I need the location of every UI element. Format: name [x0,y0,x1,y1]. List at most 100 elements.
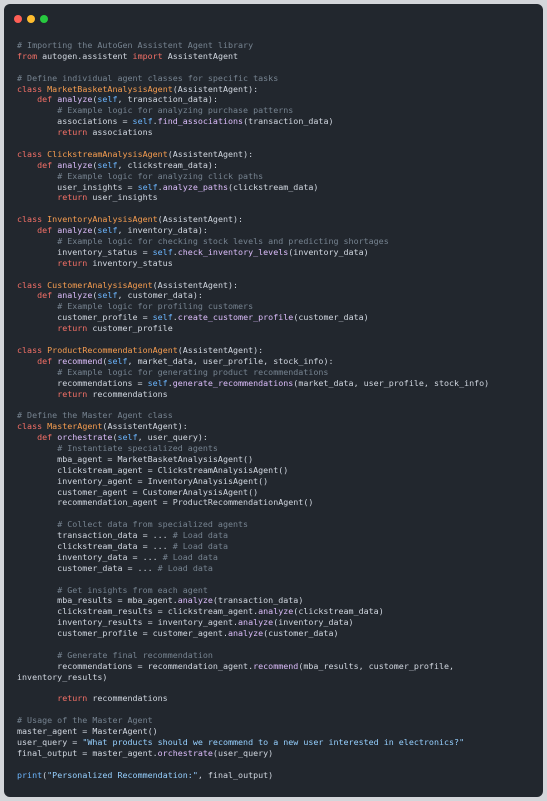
code-block: # Importing the AutoGen Assistent Agent … [17,40,489,781]
code-line: recommendations = self.generate_recommen… [17,378,489,389]
code-line: customer_agent = CustomerAnalysisAgent() [17,487,489,498]
code-token-keyword: def [37,94,53,105]
code-token-string: "Personalized Recommendation:" [47,769,198,780]
code-line: # Importing the AutoGen Assistent Agent … [17,40,489,51]
code-line: clickstream_agent = ClickstreamAnalysisA… [17,465,489,476]
code-token-func: analyze [57,94,93,105]
code-line: # Example logic for analyzing purchase p… [17,105,489,116]
code-token-keyword: return [57,388,88,399]
code-token-plain: recommendations = recommendation_agent. [17,660,254,671]
code-token-comment: # Example logic for checking stock level… [57,236,389,247]
code-token-keyword: class [17,214,43,225]
code-token-plain: (mba_results, customer_profile, [298,660,455,671]
code-token-comment: # Load data [162,551,218,562]
code-line: class ClickstreamAnalysisAgent(Assistent… [17,149,489,160]
code-line: recommendation_agent = ProductRecommenda… [17,497,489,508]
code-token-plain: inventory_results = inventory_agent. [17,617,239,628]
code-token-plain: , user_query): [137,432,208,443]
code-token-plain: (inventory_data) [288,246,369,257]
code-line: def analyze(self, transaction_data): [17,94,489,105]
code-line: return user_insights [17,192,489,203]
code-token-keyword: return [57,693,88,704]
code-token-comment: # Usage of the Master Agent [17,715,153,726]
code-line: inventory_status = self.check_inventory_… [17,247,489,258]
minimize-button[interactable] [27,15,35,23]
code-line: mba_results = mba_agent.analyze(transact… [17,595,489,606]
code-line: mba_agent = MarketBasketAnalysisAgent() [17,454,489,465]
code-token-func: analyze [57,225,93,236]
code-token-class: MarketBasketAnalysisAgent [47,83,173,94]
code-token-func: generate_recommendations [172,377,294,388]
code-token-self: self [107,355,128,366]
code-token-plain: recommendations [87,388,168,399]
code-line: # Instantiate specialized agents [17,443,489,454]
code-line: # Example logic for checking stock level… [17,236,489,247]
code-token-self: self [152,246,173,257]
code-line: user_insights = self.analyze_paths(click… [17,182,489,193]
code-token-comment: # Load data [172,530,228,541]
code-token-keyword: def [37,225,53,236]
code-line: from autogen.assistent import AssistentA… [17,51,489,62]
code-token-func: create_customer_profile [177,312,294,323]
code-token-class: CustomerAnalysisAgent [47,279,153,290]
code-line: class MasterAgent(AssistentAgent): [17,421,489,432]
code-line: def analyze(self, inventory_data): [17,225,489,236]
code-token-comment: # Example logic for analyzing click path… [57,170,264,181]
code-token-plain: user_insights [87,192,158,203]
code-token-func: analyze [238,617,274,628]
code-line: inventory_results = inventory_agent.anal… [17,617,489,628]
code-token-plain: (customer_data) [263,628,339,639]
code-token-keyword: return [57,127,88,138]
code-token-plain: final_output = master_agent. [17,747,158,758]
code-token-comment: # Example logic for profiling customers [57,301,254,312]
code-line: # Define individual agent classes for sp… [17,73,489,84]
code-line: class ProductRecommendationAgent(Assiste… [17,345,489,356]
code-token-comment: # Importing the AutoGen Assistent Agent … [17,40,254,50]
code-line: recommendations = recommendation_agent.r… [17,661,489,672]
code-token-plain: (clickstream_data) [228,181,319,192]
code-token-plain: (AssistentAgent): [167,148,254,159]
code-token-self: self [117,432,138,443]
code-token-plain: inventory_agent = InventoryAnalysisAgent… [17,475,269,486]
code-token-plain: (AssistentAgent): [152,279,239,290]
code-line: inventory_data = ... # Load data [17,552,489,563]
code-token-plain: clickstream_agent = ClickstreamAnalysisA… [17,464,289,475]
code-line: # Define the Master Agent class [17,410,489,421]
code-token-plain: autogen.assistent [37,50,133,61]
code-token-plain: recommendations [87,693,168,704]
code-token-keyword: class [17,83,43,94]
code-line: clickstream_results = clickstream_agent.… [17,606,489,617]
code-token-class: MasterAgent [47,421,103,432]
code-token-self: self [97,159,118,170]
code-token-self: self [132,116,153,127]
code-line: final_output = master_agent.orchestrate(… [17,748,489,759]
maximize-button[interactable] [40,15,48,23]
code-token-plain: mba_agent = MarketBasketAnalysisAgent() [17,453,254,464]
code-line: # Usage of the Master Agent [17,715,489,726]
code-token-plain: (AssistentAgent): [177,344,264,355]
code-token-comment: # Example logic for generating product r… [57,366,329,377]
code-line: return customer_profile [17,323,489,334]
code-line: transaction_data = ... # Load data [17,530,489,541]
code-line: class MarketBasketAnalysisAgent(Assisten… [17,84,489,95]
code-token-string: "What products should we recommend to a … [82,737,465,747]
window-titlebar [4,4,543,32]
code-token-plain: (market_data, user_profile, stock_info) [293,377,490,388]
code-token-plain: (customer_data) [293,312,369,323]
close-button[interactable] [14,15,22,23]
code-token-self: self [97,290,118,301]
code-token-plain: user_query = [17,737,83,747]
